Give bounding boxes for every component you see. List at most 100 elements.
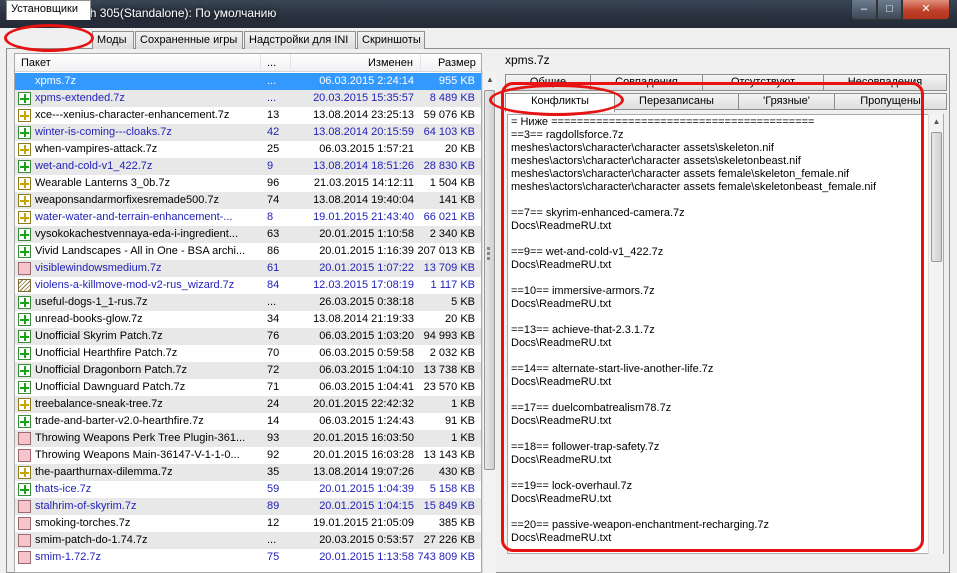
install-status-icon[interactable] bbox=[18, 432, 31, 445]
tab-ini-tweaks[interactable]: Надстройки для INI bbox=[244, 31, 356, 49]
install-status-icon[interactable] bbox=[18, 262, 31, 275]
install-status-icon[interactable] bbox=[18, 296, 31, 309]
package-row[interactable]: useful-dogs-1_1-rus.7z... 26.03.2015 0:38… bbox=[15, 294, 481, 311]
column-header-size[interactable]: Размер bbox=[438, 57, 476, 69]
package-order: 59 bbox=[267, 483, 280, 495]
package-modified: 13.08.2014 19:40:04 bbox=[313, 194, 414, 206]
package-row[interactable]: smim-1.72.7z 75 20.01.2015 1:13:58 743 809 … bbox=[15, 549, 481, 566]
install-status-icon[interactable] bbox=[18, 551, 31, 564]
install-status-icon[interactable] bbox=[18, 194, 31, 207]
install-status-icon[interactable] bbox=[18, 415, 31, 428]
install-status-icon[interactable] bbox=[18, 398, 31, 411]
tab-mods[interactable]: Моды bbox=[92, 31, 134, 49]
package-modified: 06.03.2015 1:03:20 bbox=[319, 330, 414, 342]
install-status-icon[interactable] bbox=[18, 313, 31, 326]
package-row[interactable]: the-paarthurnax-dilemma.7z 35 13.08.2014 1… bbox=[15, 464, 481, 481]
package-name: water-water-and-terrain-enhancement-... bbox=[35, 211, 233, 223]
package-row[interactable]: smim-patch-do-1.74.7z... 20.03.2015 0:53:… bbox=[15, 532, 481, 549]
package-size: 66 021 KB bbox=[423, 211, 475, 223]
package-order: 14 bbox=[267, 415, 280, 427]
install-status-icon[interactable] bbox=[18, 228, 31, 241]
maximize-button[interactable]: □ bbox=[877, 0, 902, 20]
details-scrollbar[interactable]: ▲ bbox=[928, 114, 943, 554]
package-size: 5 KB bbox=[451, 296, 475, 308]
install-status-icon[interactable] bbox=[18, 534, 31, 547]
package-modified: 13.08.2014 21:19:33 bbox=[313, 313, 414, 325]
install-status-icon[interactable] bbox=[18, 126, 31, 139]
package-order: ... bbox=[267, 75, 277, 87]
scroll-up-arrow-icon[interactable]: ▲ bbox=[483, 72, 497, 88]
package-name: smim-patch-do-1.74.7z bbox=[35, 534, 148, 546]
column-header-modified[interactable]: Изменен bbox=[368, 57, 413, 69]
package-name: weaponsandarmorfixesremade500.7z bbox=[35, 194, 220, 206]
annotation-ellipse-installers bbox=[4, 24, 94, 52]
package-row[interactable]: Unofficial Dragonborn Patch.7z 72 06.03.20… bbox=[15, 362, 481, 379]
package-row[interactable]: wet-and-cold-v1_422.7z 9 13.08.2014 18:51:… bbox=[15, 158, 481, 175]
package-order: 71 bbox=[267, 381, 280, 393]
package-row[interactable]: Vivid Landscapes - All in One - BSA arch… bbox=[15, 243, 481, 260]
install-status-icon[interactable] bbox=[18, 500, 31, 513]
scroll-up-arrow-icon[interactable]: ▲ bbox=[929, 114, 944, 130]
list-scrollbar[interactable]: ▲ bbox=[482, 72, 496, 573]
package-row[interactable]: treebalance-sneak-tree.7z 24 20.01.2015 22… bbox=[15, 396, 481, 413]
install-status-icon[interactable] bbox=[18, 483, 31, 496]
package-order: 72 bbox=[267, 364, 280, 376]
install-status-icon[interactable] bbox=[18, 347, 31, 360]
install-status-icon[interactable] bbox=[18, 449, 31, 462]
packages-list[interactable]: Пакет ... Изменен Размер xpms.7z... 06.03… bbox=[14, 53, 482, 573]
package-row[interactable]: xpms.7z... 06.03.2015 2:24:14 955 KB bbox=[15, 73, 481, 90]
install-status-icon[interactable] bbox=[18, 92, 31, 105]
selected-package-name: xpms.7z bbox=[505, 53, 550, 67]
install-status-icon[interactable] bbox=[18, 381, 31, 394]
package-row[interactable]: Unofficial Hearthfire Patch.7z 70 06.03.20… bbox=[15, 345, 481, 362]
scroll-thumb[interactable] bbox=[484, 90, 495, 470]
close-button[interactable]: ✕ bbox=[902, 0, 950, 20]
install-status-icon[interactable] bbox=[18, 466, 31, 479]
package-row[interactable]: smoking-torches.7z 12 19.01.2015 21:05:09 3… bbox=[15, 515, 481, 532]
install-status-icon[interactable] bbox=[18, 517, 31, 530]
install-status-icon[interactable] bbox=[18, 279, 31, 292]
install-status-icon[interactable] bbox=[18, 211, 31, 224]
install-status-icon[interactable] bbox=[18, 109, 31, 122]
package-row[interactable]: Throwing Weapons Perk Tree Plugin-361...… bbox=[15, 430, 481, 447]
package-modified: 19.01.2015 21:05:09 bbox=[313, 517, 414, 529]
install-status-icon[interactable] bbox=[18, 245, 31, 258]
package-row[interactable]: xce---xenius-character-enhancement.7z 13 1… bbox=[15, 107, 481, 124]
minimize-button[interactable]: – bbox=[851, 0, 877, 20]
package-row[interactable]: unread-books-glow.7z 34 13.08.2014 21:19:3… bbox=[15, 311, 481, 328]
package-row[interactable]: weaponsandarmorfixesremade500.7z 74 13.08.… bbox=[15, 192, 481, 209]
install-status-icon[interactable] bbox=[18, 160, 31, 173]
package-row[interactable]: Unofficial Skyrim Patch.7z 76 06.03.2015 1… bbox=[15, 328, 481, 345]
install-status-icon[interactable] bbox=[18, 177, 31, 190]
install-status-icon[interactable] bbox=[18, 330, 31, 343]
package-size: 1 504 KB bbox=[429, 177, 475, 189]
column-header-order[interactable]: ... bbox=[267, 57, 276, 69]
package-row[interactable]: when-vampires-attack.7z 25 06.03.2015 1:57… bbox=[15, 141, 481, 158]
package-order: 89 bbox=[267, 500, 280, 512]
tab-saved-games[interactable]: Сохраненные игры bbox=[135, 31, 243, 49]
tab-installers[interactable]: Установщики bbox=[6, 0, 91, 20]
package-row[interactable]: visiblewindowsmedium.7z 61 20.01.2015 1:07… bbox=[15, 260, 481, 277]
package-row[interactable]: xpms-extended.7z... 20.03.2015 15:35:57 8 … bbox=[15, 90, 481, 107]
package-name: the-paarthurnax-dilemma.7z bbox=[35, 466, 173, 478]
package-row[interactable]: thats-ice.7z 59 20.01.2015 1:04:39 5 158 KB bbox=[15, 481, 481, 498]
package-row[interactable]: stalhrim-of-skyrim.7z 89 20.01.2015 1:04:1… bbox=[15, 498, 481, 515]
install-status-icon[interactable] bbox=[18, 364, 31, 377]
package-row[interactable]: vysokokachestvennaya-eda-i-ingredient...… bbox=[15, 226, 481, 243]
package-row[interactable]: Unofficial Dawnguard Patch.7z 71 06.03.201… bbox=[15, 379, 481, 396]
package-row[interactable]: trade-and-barter-v2.0-hearthfire.7z 14 06.… bbox=[15, 413, 481, 430]
package-modified: 20.01.2015 1:04:39 bbox=[319, 483, 414, 495]
package-modified: 12.03.2015 17:08:19 bbox=[313, 279, 414, 291]
install-status-icon[interactable] bbox=[18, 143, 31, 156]
package-row[interactable]: water-water-and-terrain-enhancement-... 8… bbox=[15, 209, 481, 226]
package-order: 74 bbox=[267, 194, 280, 206]
pane-splitter[interactable] bbox=[486, 245, 492, 265]
scroll-thumb[interactable] bbox=[931, 132, 942, 262]
package-modified: 06.03.2015 2:24:14 bbox=[319, 75, 414, 87]
package-row[interactable]: Wearable Lanterns 3_0b.7z 96 21.03.2015 14… bbox=[15, 175, 481, 192]
package-row[interactable]: violens-a-killmove-mod-v2-rus_wizard.7z 8… bbox=[15, 277, 481, 294]
package-row[interactable]: winter-is-coming---cloaks.7z 42 13.08.2014… bbox=[15, 124, 481, 141]
tab-screenshots[interactable]: Скриншоты bbox=[357, 31, 425, 49]
package-row[interactable]: Throwing Weapons Main-36147-V-1-1-0... 92… bbox=[15, 447, 481, 464]
column-header-package[interactable]: Пакет bbox=[21, 57, 51, 69]
